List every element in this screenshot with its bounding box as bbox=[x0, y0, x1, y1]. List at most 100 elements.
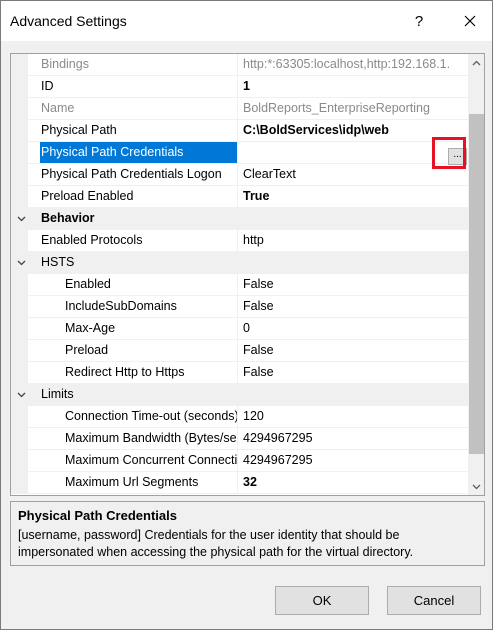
property-row[interactable]: Enabled False bbox=[11, 274, 468, 296]
property-row[interactable]: IncludeSubDomains False bbox=[11, 296, 468, 318]
property-name: Maximum Bandwidth (Bytes/second) bbox=[65, 431, 237, 445]
category-label: HSTS bbox=[41, 255, 75, 269]
column-separator bbox=[237, 340, 238, 362]
close-icon bbox=[464, 15, 476, 27]
property-name: Physical Path Credentials Logon bbox=[41, 167, 222, 181]
category-row[interactable]: Limits bbox=[11, 384, 468, 406]
row-gutter bbox=[11, 450, 28, 472]
property-row[interactable]: ID 1 bbox=[11, 76, 468, 98]
column-separator bbox=[237, 164, 238, 186]
row-gutter bbox=[11, 54, 28, 76]
column-separator bbox=[237, 406, 238, 428]
column-separator bbox=[237, 98, 238, 120]
property-value[interactable]: 4294967295 bbox=[243, 428, 468, 449]
help-icon: ? bbox=[414, 12, 424, 30]
property-row[interactable]: Preload False bbox=[11, 340, 468, 362]
property-row[interactable]: Physical Path Credentials Logon ClearText bbox=[11, 164, 468, 186]
property-value[interactable]: 120 bbox=[243, 406, 468, 427]
property-value[interactable]: http bbox=[243, 230, 468, 251]
property-value[interactable]: 0 bbox=[243, 318, 468, 339]
property-row[interactable]: Preload Enabled True bbox=[11, 186, 468, 208]
column-separator bbox=[237, 450, 238, 472]
property-row[interactable]: Redirect Http to Https False bbox=[11, 362, 468, 384]
property-value[interactable]: BoldReports_EnterpriseReporting bbox=[243, 98, 468, 119]
column-separator bbox=[237, 76, 238, 98]
property-value[interactable]: 1 bbox=[243, 76, 468, 97]
description-text: [username, password] Credentials for the… bbox=[18, 528, 414, 559]
property-name: Maximum Url Segments bbox=[65, 475, 199, 489]
property-name: IncludeSubDomains bbox=[65, 299, 177, 313]
property-row[interactable]: Maximum Url Segments 32 bbox=[11, 472, 468, 494]
advanced-settings-dialog: Advanced Settings ? Bindings http:*:63305… bbox=[0, 0, 493, 630]
chevron-up-icon bbox=[472, 60, 481, 65]
dialog-title: Advanced Settings bbox=[10, 13, 127, 29]
row-gutter bbox=[11, 120, 28, 142]
category-label: Behavior bbox=[41, 211, 95, 225]
property-row[interactable]: Enabled Protocols http bbox=[11, 230, 468, 252]
property-value[interactable]: 4294967295 bbox=[243, 450, 468, 471]
row-gutter bbox=[11, 296, 28, 318]
property-row[interactable]: Physical Path Credentials bbox=[11, 142, 468, 164]
title-bar[interactable]: Advanced Settings ? bbox=[1, 1, 492, 41]
property-row[interactable]: Physical Path C:\BoldServices\idp\web bbox=[11, 120, 468, 142]
collapse-toggle[interactable] bbox=[15, 252, 27, 273]
property-value[interactable]: 32 bbox=[243, 472, 468, 493]
property-value[interactable]: ClearText bbox=[243, 164, 468, 185]
row-gutter bbox=[11, 362, 28, 384]
cancel-button[interactable]: Cancel bbox=[387, 586, 481, 615]
scroll-up-button[interactable] bbox=[468, 54, 484, 71]
property-name: Name bbox=[41, 101, 75, 115]
property-name: Enabled Protocols bbox=[41, 233, 143, 247]
property-row[interactable]: Connection Time-out (seconds) 120 bbox=[11, 406, 468, 428]
property-value[interactable]: True bbox=[243, 186, 468, 207]
row-gutter bbox=[11, 318, 28, 340]
category-row[interactable]: Behavior bbox=[11, 208, 468, 230]
property-row[interactable]: Max-Age 0 bbox=[11, 318, 468, 340]
ok-button[interactable]: OK bbox=[275, 586, 369, 615]
vertical-scrollbar[interactable] bbox=[468, 54, 484, 495]
property-name: Preload Enabled bbox=[41, 189, 134, 203]
chevron-down-icon bbox=[17, 260, 25, 265]
collapse-toggle[interactable] bbox=[15, 208, 27, 229]
property-value[interactable]: False bbox=[243, 362, 468, 383]
property-name: Physical Path bbox=[41, 123, 117, 137]
help-button[interactable]: ? bbox=[397, 1, 441, 41]
close-button[interactable] bbox=[447, 1, 493, 41]
property-name: Preload bbox=[65, 343, 109, 357]
property-name: Maximum Concurrent Connections bbox=[65, 453, 237, 467]
column-separator bbox=[237, 120, 238, 142]
property-value[interactable]: False bbox=[243, 296, 468, 317]
property-name: ID bbox=[41, 79, 54, 93]
property-value[interactable] bbox=[243, 142, 468, 163]
category-row[interactable]: HSTS bbox=[11, 252, 468, 274]
column-separator bbox=[237, 274, 238, 296]
credentials-ellipsis-button[interactable]: ... bbox=[448, 148, 467, 165]
category-label: Limits bbox=[41, 387, 74, 401]
property-grid: Bindings http:*:63305:localhost,http:192.… bbox=[10, 53, 485, 496]
description-panel: Physical Path Credentials [username, pas… bbox=[10, 501, 485, 566]
property-name: Connection Time-out (seconds) bbox=[65, 409, 237, 423]
property-row[interactable]: Bindings http:*:63305:localhost,http:192.… bbox=[11, 54, 468, 76]
column-separator bbox=[237, 230, 238, 252]
property-value[interactable]: False bbox=[243, 274, 468, 295]
row-gutter bbox=[11, 230, 28, 252]
description-title: Physical Path Credentials bbox=[18, 508, 177, 523]
property-row[interactable]: Name BoldReports_EnterpriseReporting bbox=[11, 98, 468, 120]
chevron-down-icon bbox=[17, 392, 25, 397]
property-value[interactable]: False bbox=[243, 340, 468, 361]
property-rows: Bindings http:*:63305:localhost,http:192.… bbox=[11, 54, 468, 494]
row-gutter bbox=[11, 164, 28, 186]
property-row[interactable]: Maximum Concurrent Connections 4294967295 bbox=[11, 450, 468, 472]
scroll-down-button[interactable] bbox=[468, 478, 484, 495]
property-value[interactable]: http:*:63305:localhost,http:192.168.1. bbox=[243, 54, 468, 75]
column-separator bbox=[237, 472, 238, 494]
property-name: Physical Path Credentials bbox=[40, 142, 237, 163]
property-value[interactable]: C:\BoldServices\idp\web bbox=[243, 120, 468, 141]
row-gutter bbox=[11, 142, 28, 164]
scroll-thumb[interactable] bbox=[469, 114, 484, 454]
chevron-down-icon bbox=[472, 484, 481, 489]
row-gutter bbox=[11, 428, 28, 450]
row-gutter bbox=[11, 186, 28, 208]
property-row[interactable]: Maximum Bandwidth (Bytes/second) 42949672… bbox=[11, 428, 468, 450]
collapse-toggle[interactable] bbox=[15, 384, 27, 405]
